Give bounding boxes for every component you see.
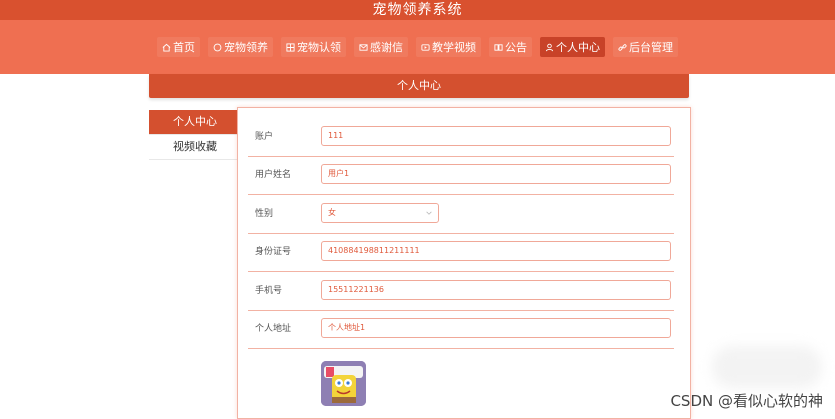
name-label: 用户姓名 — [255, 170, 292, 180]
page-title: 个人中心 — [149, 74, 689, 98]
profile-form: 账户 111 用户姓名 用户1 性别 女 身份证号 41088419881121… — [237, 107, 691, 419]
id-number-field[interactable]: 410884198811211111 — [321, 241, 671, 261]
circle-icon — [213, 43, 222, 52]
user-icon — [545, 43, 554, 52]
nav-item-adopt[interactable]: 宠物领养 — [208, 37, 273, 57]
sidebar: 个人中心 视频收藏 — [149, 110, 237, 160]
gender-label: 性别 — [255, 209, 274, 219]
account-label: 账户 — [255, 132, 274, 142]
nav-item-home[interactable]: 首页 — [157, 37, 200, 57]
nav-item-notice[interactable]: 公告 — [489, 37, 532, 57]
avatar[interactable] — [321, 361, 366, 406]
nav-item-label: 宠物领养 — [224, 41, 268, 54]
home-icon — [162, 43, 171, 52]
gender-select[interactable]: 女 — [321, 203, 439, 223]
nav-item-admin[interactable]: 后台管理 — [613, 37, 678, 57]
mail-icon — [359, 43, 368, 52]
sidebar-item-profile[interactable]: 个人中心 — [149, 110, 237, 135]
nav-item-label: 教学视频 — [432, 41, 476, 54]
sidebar-item-video-favorites[interactable]: 视频收藏 — [149, 135, 237, 160]
nav-item-claim[interactable]: 宠物认领 — [281, 37, 346, 57]
notice-icon — [494, 43, 503, 52]
id-number-label: 身份证号 — [255, 247, 292, 257]
main-nav: 首页 宠物领养 宠物认领 感谢信 教学视频 公告 个人中心 后台管理 — [0, 20, 835, 74]
form-row-phone: 手机号 15511221136 — [248, 272, 674, 311]
nav-item-label: 感谢信 — [370, 41, 403, 54]
avatar-image — [321, 361, 366, 406]
nav-item-thanks[interactable]: 感谢信 — [354, 37, 408, 57]
nav-item-label: 公告 — [505, 41, 527, 54]
grid-icon — [286, 42, 295, 52]
app-title: 宠物领养系统 — [0, 0, 835, 20]
name-field[interactable]: 用户1 — [321, 164, 671, 184]
form-row-account: 账户 111 — [248, 118, 674, 157]
chevron-down-icon — [425, 209, 433, 217]
link-icon — [618, 43, 627, 52]
phone-label: 手机号 — [255, 286, 283, 296]
phone-field[interactable]: 15511221136 — [321, 280, 671, 300]
address-field[interactable]: 个人地址1 — [321, 318, 671, 338]
form-row-address: 个人地址 个人地址1 — [248, 310, 674, 349]
nav-item-videos[interactable]: 教学视频 — [416, 37, 481, 57]
address-label: 个人地址 — [255, 324, 292, 334]
nav-item-profile[interactable]: 个人中心 — [540, 37, 605, 57]
form-row-name: 用户姓名 用户1 — [248, 156, 674, 195]
form-row-gender: 性别 女 — [248, 195, 674, 234]
form-row-id-number: 身份证号 410884198811211111 — [248, 233, 674, 272]
nav-item-label: 个人中心 — [556, 41, 600, 54]
watermark: CSDN @看似心软的神 — [670, 392, 823, 410]
gender-value: 女 — [328, 208, 336, 217]
nav-item-label: 首页 — [173, 41, 195, 54]
blur-spot — [712, 346, 822, 388]
nav-item-label: 宠物认领 — [297, 41, 341, 54]
video-icon — [421, 43, 430, 52]
account-field[interactable]: 111 — [321, 126, 671, 146]
nav-item-label: 后台管理 — [629, 41, 673, 54]
